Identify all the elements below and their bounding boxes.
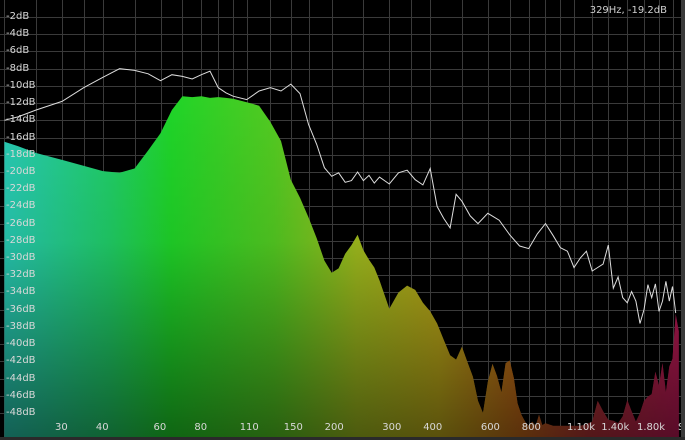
y-tick-label: -44dB [6,372,36,384]
x-tick-label: 800 [521,422,541,433]
y-tick-label: -34dB [6,286,36,298]
spectrum-area [4,96,679,437]
y-tick-label: -26dB [6,217,36,229]
right-frame-edge [681,0,685,440]
y-tick-label: -30dB [6,252,36,264]
y-tick-label: -36dB [6,303,36,315]
x-tick-label: 110 [239,422,259,433]
y-tick-label: -18dB [6,148,36,160]
y-tick-label: -16dB [6,131,36,143]
y-tick-label: -32dB [6,269,36,281]
y-tick-label: -8dB [6,62,30,74]
y-tick-label: -48dB [6,407,36,418]
x-tick-label: 400 [423,422,443,433]
x-tick-label: 200 [324,422,344,433]
y-tick-label: -14dB [6,114,36,126]
y-tick-label: -42dB [6,355,36,367]
y-tick-label: -10dB [6,79,36,91]
x-tick-label: 1.10k [566,422,596,433]
y-tick-label: -38dB [6,320,36,332]
spectrum-shade [4,96,679,437]
x-tick-label: 150 [283,422,303,433]
spectrum-plot[interactable] [0,0,685,440]
y-tick-label: -28dB [6,234,36,246]
x-tick-label: 40 [95,422,109,433]
cursor-readout: 329Hz, -19.2dB [589,5,667,16]
y-tick-label: -4dB [6,28,30,40]
y-tick-label: -6dB [6,45,30,57]
x-tick-label: 80 [194,422,208,433]
spectrum-analyzer[interactable]: -2dB -4dB -6dB -8dB -10dB -12dB -14dB -16dB -18d… [0,0,685,440]
y-tick-label: -12dB [6,97,36,109]
y-tick-label: -46dB [6,389,36,401]
x-tick-label: 300 [382,422,402,433]
x-tick-label: 600 [480,422,500,433]
y-tick-label: -20dB [6,165,36,177]
y-tick-label: -2dB [6,11,30,22]
y-tick-label: -22dB [6,183,36,195]
y-tick-label: -24dB [6,200,36,212]
x-tick-label: 60 [153,422,167,433]
y-tick-label: -40dB [6,338,36,350]
x-tick-label: 1.80k [637,422,666,433]
x-tick-label: 30 [55,422,68,433]
x-tick-label: 1.40k [601,422,630,433]
